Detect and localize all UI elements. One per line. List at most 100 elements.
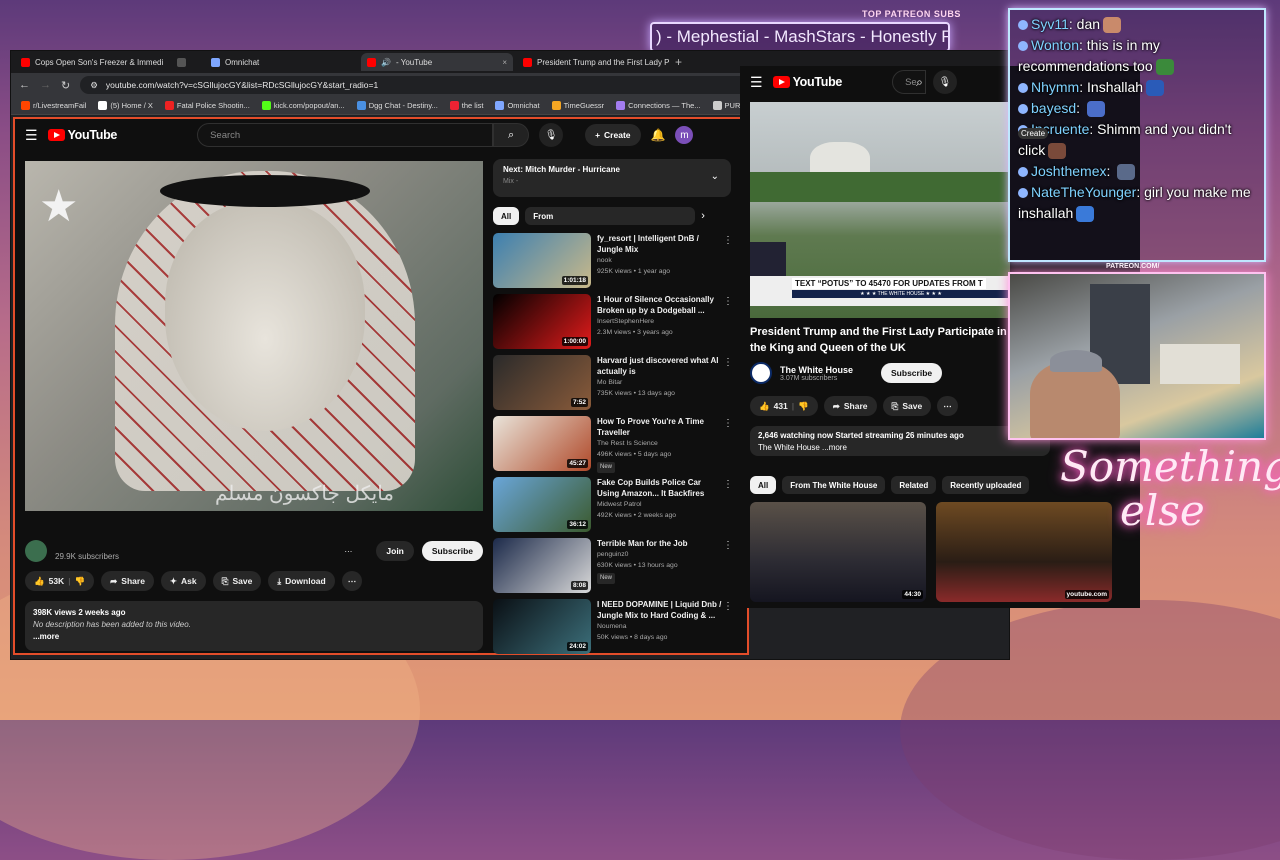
kebab-menu-icon[interactable]: ⋮ bbox=[723, 357, 733, 368]
video-thumbnail[interactable]: 1:00:00 bbox=[493, 294, 591, 349]
like-button[interactable]: 👍 53K | 👎 bbox=[25, 571, 95, 591]
create-button[interactable]: + Create bbox=[585, 124, 641, 146]
bookmark-item[interactable]: Dgg Chat - Destiny... bbox=[356, 101, 438, 110]
chat-username[interactable]: Syv11 bbox=[1031, 16, 1069, 32]
menu-icon[interactable]: ☰ bbox=[25, 127, 38, 144]
forward-icon[interactable]: → bbox=[40, 79, 51, 91]
bookmark-item[interactable]: TimeGuessr bbox=[551, 101, 604, 110]
video-player[interactable]: ★ مايكل جاكسون مسلم bbox=[25, 161, 483, 511]
close-icon[interactable]: × bbox=[502, 58, 507, 67]
youtube-logo[interactable]: YouTube bbox=[772, 75, 842, 89]
bookmark-item[interactable]: the list bbox=[449, 101, 483, 110]
related-video-thumb[interactable]: 44:30 bbox=[750, 502, 926, 602]
more-icon[interactable]: ⋯ bbox=[344, 547, 352, 556]
mic-button[interactable]: 🎙 bbox=[539, 123, 564, 147]
chip-all[interactable]: All bbox=[493, 207, 520, 225]
video-thumbnail[interactable]: 36:12 bbox=[493, 477, 591, 532]
chat-username[interactable]: NateTheYounger bbox=[1031, 184, 1136, 200]
bookmark-item[interactable]: r/LivestreamFail bbox=[21, 101, 86, 110]
reload-icon[interactable]: ↻ bbox=[61, 79, 70, 92]
more-actions-button[interactable]: ⋯ bbox=[937, 396, 958, 416]
mic-button[interactable]: 🎙 bbox=[932, 70, 957, 94]
video-title[interactable]: Fake Cop Builds Police Car Using Amazon.… bbox=[597, 477, 723, 499]
join-button[interactable]: Join bbox=[376, 541, 414, 561]
video-title[interactable]: 1 Hour of Silence Occasionally Broken up… bbox=[597, 294, 723, 316]
chip-all[interactable]: All bbox=[750, 476, 777, 494]
download-button[interactable]: ⤓ Download bbox=[268, 571, 335, 591]
white-house-avatar[interactable] bbox=[750, 362, 772, 384]
bookmark-item[interactable]: Connections — The... bbox=[616, 101, 701, 110]
channel-name[interactable]: Noumena bbox=[597, 621, 723, 632]
bookmark-item[interactable]: kick.com/popout/an... bbox=[261, 101, 345, 110]
bell-icon[interactable]: 🔔 bbox=[651, 128, 666, 142]
description-box[interactable]: 2,646 watching now Started streaming 26 … bbox=[750, 426, 1050, 456]
kebab-menu-icon[interactable]: ⋮ bbox=[723, 540, 733, 551]
kebab-menu-icon[interactable]: ⋮ bbox=[723, 601, 733, 612]
thumbs-down-icon[interactable]: 👎 bbox=[798, 401, 809, 412]
kebab-menu-icon[interactable]: ⋮ bbox=[723, 418, 733, 429]
chip-related[interactable]: Related bbox=[891, 476, 937, 494]
kebab-menu-icon[interactable]: ⋮ bbox=[723, 296, 733, 307]
chat-username[interactable]: Nhymm bbox=[1031, 79, 1079, 95]
video-title[interactable]: fy_resort | Intelligent DnB / Jungle Mix bbox=[597, 233, 723, 255]
channel-name[interactable]: penguinz0 bbox=[597, 549, 723, 560]
ask-button[interactable]: ✦ Ask bbox=[160, 571, 206, 591]
subscribe-button[interactable]: Subscribe bbox=[421, 541, 483, 561]
menu-icon[interactable]: ☰ bbox=[750, 74, 763, 91]
subscribe-button[interactable]: Subscribe bbox=[881, 363, 943, 383]
chip-recently-uploaded[interactable]: Recently uploaded bbox=[942, 476, 1030, 494]
save-button[interactable]: ⎘ Save bbox=[882, 396, 932, 416]
recommended-video[interactable]: 36:12 Fake Cop Builds Police Car Using A… bbox=[493, 477, 735, 538]
channel-avatar[interactable] bbox=[25, 540, 47, 562]
recommended-video[interactable]: 45:27 How To Prove You're A Time Travell… bbox=[493, 416, 735, 477]
video-title[interactable]: Terrible Man for the Job bbox=[597, 538, 723, 549]
browser-tab[interactable]: Cops Open Son's Freezer & Immedi× bbox=[15, 53, 167, 71]
browser-tab[interactable] bbox=[171, 53, 201, 71]
youtube-logo[interactable]: YouTube bbox=[47, 128, 117, 142]
chat-username[interactable]: Joshthemex bbox=[1031, 163, 1106, 179]
new-tab-button[interactable]: + bbox=[675, 55, 682, 69]
site-info-icon[interactable]: ⚙ bbox=[90, 80, 98, 91]
kebab-menu-icon[interactable]: ⋮ bbox=[723, 479, 733, 490]
chat-username[interactable]: Wonton bbox=[1031, 37, 1079, 53]
chip-from-channel[interactable]: From The White House bbox=[782, 476, 886, 494]
video-thumbnail[interactable]: 8:08 bbox=[493, 538, 591, 593]
video-thumbnail[interactable]: 45:27 bbox=[493, 416, 591, 471]
chip-from[interactable]: From bbox=[525, 207, 696, 225]
video-title[interactable]: How To Prove You're A Time Traveller bbox=[597, 416, 723, 438]
chevron-down-icon[interactable]: ⌄ bbox=[711, 171, 719, 182]
video-thumbnail[interactable]: 1:01:18 bbox=[493, 233, 591, 288]
channel-name[interactable]: Midwest Patrol bbox=[597, 499, 723, 510]
avatar[interactable]: m bbox=[675, 126, 694, 144]
video-title[interactable]: I NEED DOPAMINE | Liquid Dnb / Jungle Mi… bbox=[597, 599, 723, 621]
more-link[interactable]: ...more bbox=[33, 631, 475, 643]
search-input[interactable]: Search bbox=[197, 123, 494, 147]
browser-tab[interactable]: Omnichat bbox=[205, 53, 357, 71]
channel-name[interactable]: Mo Bitar bbox=[597, 377, 723, 388]
bookmark-item[interactable]: (5) Home / X bbox=[98, 101, 153, 110]
thumbs-down-icon[interactable]: 👎 bbox=[75, 576, 86, 587]
like-button[interactable]: 👍 431 | 👎 bbox=[750, 396, 818, 416]
chat-username[interactable]: bayesd bbox=[1031, 100, 1076, 116]
search-icon[interactable]: ⌕ bbox=[916, 75, 923, 90]
kebab-menu-icon[interactable]: ⋮ bbox=[723, 235, 733, 246]
recommended-video[interactable]: 1:01:18 fy_resort | Intelligent DnB / Ju… bbox=[493, 233, 735, 294]
video-title[interactable]: Harvard just discovered what AI actually… bbox=[597, 355, 723, 377]
browser-tab-active[interactable]: 🔊 - YouTube × bbox=[361, 53, 513, 71]
search-button[interactable]: ⌕ bbox=[493, 123, 530, 147]
save-button[interactable]: ⎘ Save bbox=[212, 571, 262, 591]
recommended-video[interactable]: 7:52 Harvard just discovered what AI act… bbox=[493, 355, 735, 416]
channel-name[interactable]: The White House bbox=[780, 365, 853, 375]
channel-name[interactable]: The Rest Is Science bbox=[597, 438, 723, 449]
chevron-right-icon[interactable]: › bbox=[701, 210, 705, 222]
video-thumbnail[interactable]: 24:02 bbox=[493, 599, 591, 654]
share-button[interactable]: ➦ Share bbox=[823, 396, 877, 416]
live-video-player[interactable]: TEXT “POTUS” TO 45470 FOR UPDATES FROM T… bbox=[750, 102, 1010, 318]
recommended-video[interactable]: 24:02 I NEED DOPAMINE | Liquid Dnb / Jun… bbox=[493, 599, 735, 660]
more-actions-button[interactable]: ⋯ bbox=[341, 571, 363, 591]
back-icon[interactable]: ← bbox=[19, 79, 30, 91]
browser-tab[interactable]: President Trump and the First Lady P× bbox=[517, 53, 669, 71]
channel-name[interactable]: nook bbox=[597, 255, 723, 266]
description-box[interactable]: 398K views 2 weeks ago No description ha… bbox=[25, 601, 483, 651]
playlist-next-box[interactable]: Next: Mitch Murder - Hurricane Mix - ⌄ bbox=[493, 159, 731, 197]
